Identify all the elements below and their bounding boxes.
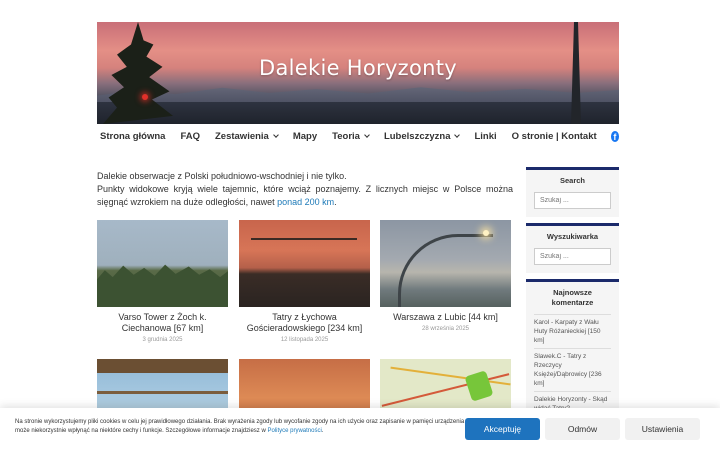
accept-button[interactable]: Akceptuję: [465, 418, 540, 440]
nav-item-linki[interactable]: Linki: [474, 131, 496, 142]
settings-button[interactable]: Ustawienia: [625, 418, 700, 440]
nav-item-label: FAQ: [180, 130, 200, 142]
post-date: 3 grudnia 2025: [142, 337, 183, 343]
post-thumbnail[interactable]: [239, 220, 370, 307]
nav-item-label: O stronie | Kontakt: [511, 130, 597, 142]
privacy-policy-link[interactable]: Polityce prywatności: [267, 428, 321, 434]
intro-text: Dalekie obserwacje z Polski południowo-w…: [97, 170, 513, 209]
thumbnail-trees: [97, 264, 228, 307]
cookie-text: Na stronie wykorzystujemy pliki cookies …: [15, 418, 465, 436]
nav-item-label: Linki: [474, 130, 497, 142]
search-widget-2: Wyszukiwarka: [526, 223, 619, 273]
chevron-down-icon: [454, 131, 461, 138]
post-title[interactable]: Varso Tower z Żoch k. Ciechanowa [67 km]: [97, 312, 228, 334]
post-thumbnail[interactable]: [97, 220, 228, 307]
thumbnail-cranes: [251, 238, 357, 246]
search-input[interactable]: [534, 192, 611, 209]
cookie-consent-bar: Na stronie wykorzystujemy pliki cookies …: [0, 408, 720, 450]
site-title[interactable]: Dalekie Horyzonty: [97, 56, 619, 80]
nav-item-faq[interactable]: FAQ: [180, 131, 200, 142]
cookie-text-suffix: .: [321, 428, 324, 434]
widget-heading: Search: [559, 176, 586, 185]
banner-ground: [97, 102, 619, 124]
banner-red-light: [142, 94, 148, 100]
post-date: 28 września 2025: [421, 326, 470, 332]
post-title[interactable]: Tatry z Łychowa Gościeradowskiego [234 k…: [239, 312, 370, 334]
thumbnail-marker: [464, 370, 494, 402]
widget-heading: Najnowsze komentarze: [551, 288, 594, 307]
search-widget: Search: [526, 167, 619, 217]
nav-item-home[interactable]: Strona główna: [100, 131, 165, 142]
nav-item-o-stronie[interactable]: O stronie | Kontakt: [512, 131, 597, 142]
post-title[interactable]: Warszawa z Lubic [44 km]: [380, 312, 511, 323]
reject-button[interactable]: Odmów: [545, 418, 620, 440]
intro-line-1: Dalekie obserwacje z Polski południowo-w…: [97, 171, 347, 181]
distance-link[interactable]: ponad 200 km: [277, 197, 334, 207]
nav-item-zestawienia[interactable]: Zestawienia: [214, 130, 279, 142]
nav-item-teoria[interactable]: Teoria: [332, 130, 370, 142]
thumbnail-lamp: [483, 230, 489, 236]
nav-item-label: Mapy: [292, 130, 318, 142]
widget-heading: Wyszukiwarka: [546, 232, 599, 241]
nav-item-label: Strona główna: [100, 130, 166, 142]
main-nav: Strona główna FAQ Zestawienia Mapy Teori…: [97, 124, 619, 148]
chevron-down-icon: [364, 131, 370, 138]
facebook-icon[interactable]: f: [610, 130, 619, 142]
nav-item-label: Lubelszczyzna: [383, 130, 451, 142]
nav-item-label: Teoria: [332, 130, 360, 142]
post-card[interactable]: Warszawa z Lubic [44 km] 28 września 202…: [380, 220, 511, 332]
nav-item-label: Zestawienia: [214, 130, 269, 142]
post-thumbnail[interactable]: [380, 220, 511, 307]
intro-line-2: Punkty widokowe kryją wiele tajemnic, kt…: [97, 183, 513, 209]
search-input-2[interactable]: [534, 248, 611, 265]
thumbnail-rail: [97, 391, 228, 394]
chevron-down-icon: [273, 131, 279, 138]
nav-item-lubelszczyzna[interactable]: Lubelszczyzna: [383, 130, 461, 142]
thumbnail-roof: [97, 359, 228, 373]
post-card[interactable]: Varso Tower z Żoch k. Ciechanowa [67 km]…: [97, 220, 228, 343]
nav-item-mapy[interactable]: Mapy: [293, 131, 317, 142]
sidebar: Search Wyszukiwarka Najnowsze komentarze…: [526, 167, 619, 424]
cookie-text-prefix: Na stronie wykorzystujemy pliki cookies …: [15, 419, 465, 434]
header-banner[interactable]: Dalekie Horyzonty: [97, 22, 619, 124]
intro-line-2-suffix: .: [334, 197, 337, 207]
post-date: 12 listopada 2025: [280, 337, 329, 343]
comment-item[interactable]: Slawek.C - Tatry z Rzeczycy Księżej/Dąbr…: [534, 348, 611, 391]
recent-comments-widget: Najnowsze komentarze Karol - Karpaty z W…: [526, 279, 619, 424]
post-card[interactable]: Tatry z Łychowa Gościeradowskiego [234 k…: [239, 220, 370, 343]
thumbnail-lamp-pole: [398, 234, 493, 307]
comment-item[interactable]: Karol - Karpaty z Wału Huty Różanieckiej…: [534, 314, 611, 348]
comments-list: Karol - Karpaty z Wału Huty Różanieckiej…: [534, 314, 611, 416]
